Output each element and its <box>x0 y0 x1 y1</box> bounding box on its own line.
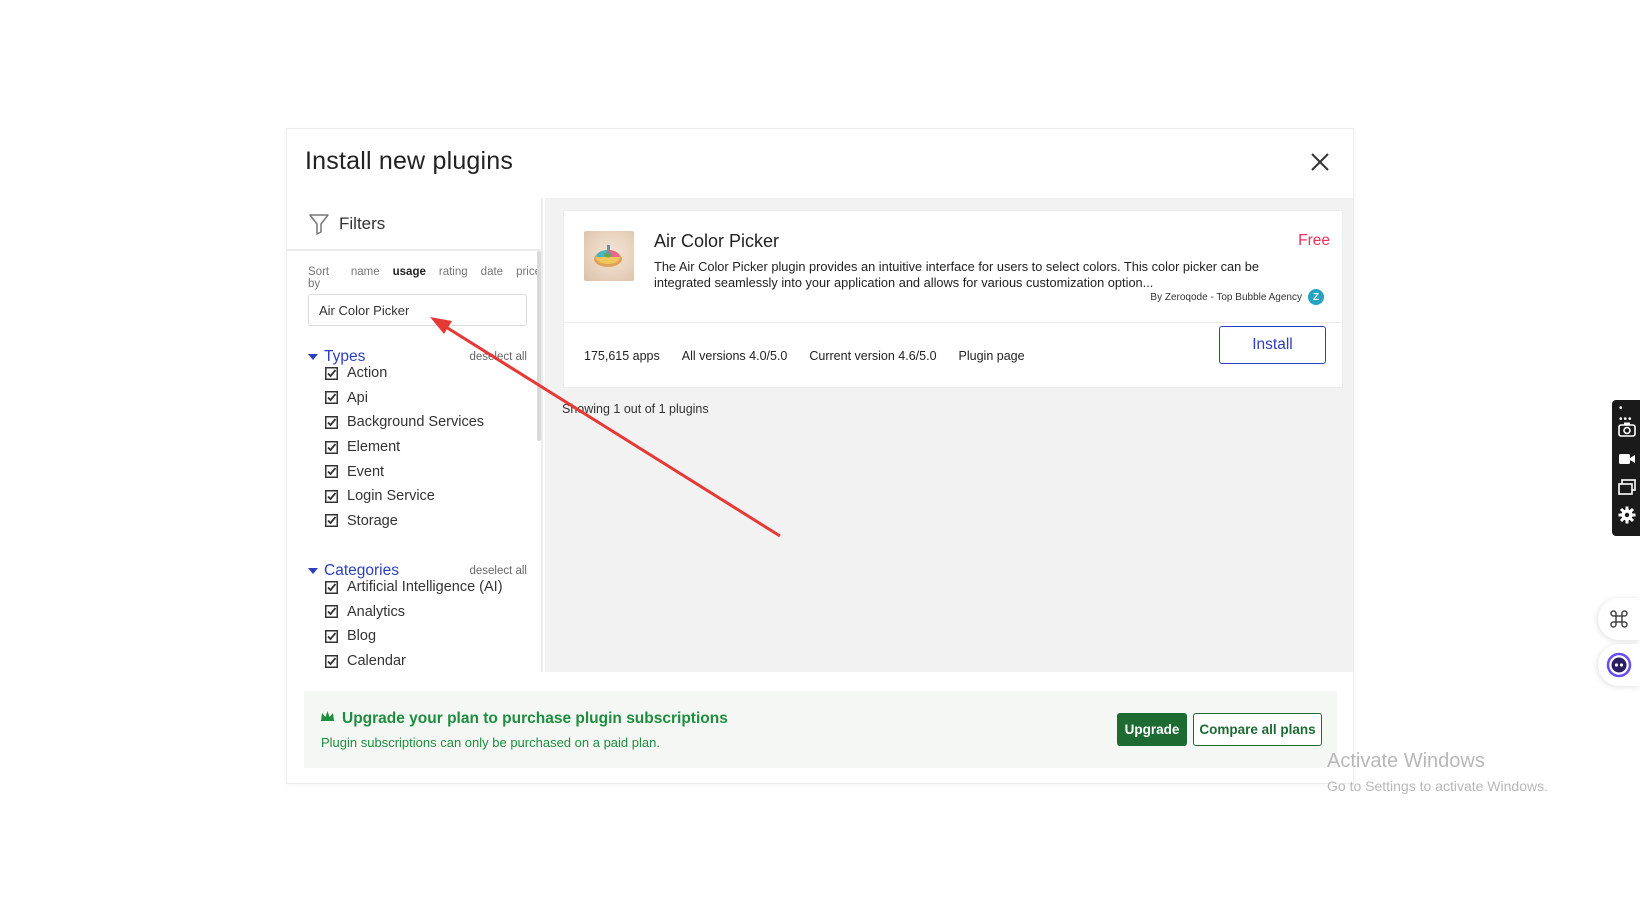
checkbox-checked-icon[interactable] <box>325 366 338 380</box>
category-label: Analytics <box>347 603 406 620</box>
activate-windows-title: Activate Windows <box>1327 750 1485 772</box>
category-checkbox-item[interactable]: Analytics <box>325 600 503 625</box>
plugin-name[interactable]: Air Color Picker <box>654 231 779 252</box>
sort-option-rating[interactable]: rating <box>439 266 468 290</box>
modal-title: Install new plugins <box>305 147 514 175</box>
command-shortcut-button[interactable] <box>1598 598 1640 640</box>
sort-option-date[interactable]: date <box>481 266 503 290</box>
filters-sidebar: Filters Sort by name usage rating date p… <box>287 198 543 672</box>
close-icon[interactable] <box>1309 151 1331 173</box>
plugin-price: Free <box>1298 232 1330 249</box>
plugin-page-link[interactable]: Plugin page <box>959 349 1025 363</box>
camera-icon[interactable] <box>1618 420 1636 438</box>
command-icon <box>1610 610 1628 628</box>
type-label: Event <box>347 463 385 480</box>
plugin-search-input[interactable] <box>308 294 527 326</box>
plugin-all-versions: All versions 4.0/5.0 <box>681 349 788 363</box>
plugin-author: By Zeroqode - Top Bubble Agency <box>1150 292 1302 303</box>
caret-down-icon <box>308 568 318 574</box>
upgrade-banner: Upgrade your plan to purchase plugin sub… <box>304 691 1337 768</box>
types-list: Action Api Background Services Element Event… <box>325 361 484 533</box>
category-label: Artificial Intelligence (AI) <box>347 579 503 596</box>
type-checkbox-item[interactable]: Action <box>325 361 484 386</box>
plugin-meta: 175,615 apps All versions 4.0/5.0 Curren… <box>584 349 1025 363</box>
filters-header: Filters <box>287 198 541 251</box>
type-label: Storage <box>347 512 398 529</box>
plugin-apps-count: 175,615 apps <box>584 349 660 363</box>
checkbox-checked-icon[interactable] <box>325 514 338 528</box>
type-checkbox-item[interactable]: Background Services <box>325 410 484 435</box>
assistant-face-icon <box>1606 652 1632 678</box>
results-count: Showing 1 out of 1 plugins <box>562 402 709 416</box>
checkbox-checked-icon[interactable] <box>325 580 338 594</box>
checkbox-checked-icon[interactable] <box>325 440 338 454</box>
sort-option-usage[interactable]: usage <box>393 266 426 290</box>
category-checkbox-item[interactable]: Calendar <box>325 649 503 672</box>
activate-windows-subtext: Go to Settings to activate Windows. <box>1327 778 1548 794</box>
checkbox-checked-icon[interactable] <box>325 415 338 429</box>
crown-icon <box>321 711 334 721</box>
checkbox-checked-icon[interactable] <box>325 629 338 643</box>
type-checkbox-item[interactable]: Event <box>325 459 484 484</box>
video-camera-icon[interactable] <box>1618 450 1636 468</box>
gear-icon[interactable] <box>1618 506 1636 524</box>
upgrade-button[interactable]: Upgrade <box>1117 713 1187 746</box>
type-checkbox-item[interactable]: Element <box>325 435 484 460</box>
type-label: Background Services <box>347 414 485 431</box>
category-label: Calendar <box>347 653 406 670</box>
sort-option-name[interactable]: name <box>351 266 380 290</box>
category-label: Blog <box>347 628 377 645</box>
checkbox-checked-icon[interactable] <box>325 654 338 668</box>
upgrade-subtext: Plugin subscriptions can only be purchas… <box>321 735 660 750</box>
type-label: Action <box>347 365 388 382</box>
type-label: Login Service <box>347 488 435 505</box>
plugin-thumbnail[interactable] <box>584 231 634 281</box>
assistant-button[interactable] <box>1598 644 1640 686</box>
checkbox-checked-icon[interactable] <box>325 605 338 619</box>
caret-down-icon <box>308 354 318 360</box>
checkbox-checked-icon[interactable] <box>325 391 338 405</box>
sort-bar: Sort by name usage rating date price <box>308 266 541 290</box>
checkbox-checked-icon[interactable] <box>325 465 338 479</box>
install-button[interactable]: Install <box>1219 326 1326 364</box>
type-label: Element <box>347 439 401 456</box>
sort-by-label: Sort by <box>308 266 330 290</box>
filters-label: Filters <box>339 213 386 233</box>
upgrade-heading: Upgrade your plan to purchase plugin sub… <box>342 710 728 727</box>
plugin-current-version: Current version 4.6/5.0 <box>809 349 937 363</box>
compare-plans-button[interactable]: Compare all plans <box>1193 713 1322 746</box>
type-checkbox-item[interactable]: Storage <box>325 509 484 534</box>
plugin-description: The Air Color Picker plugin provides an … <box>654 259 1260 290</box>
funnel-icon <box>309 213 329 235</box>
install-plugins-modal: Install new plugins Filters Sort by name… <box>286 128 1354 784</box>
sidebar-scrollbar[interactable] <box>537 251 541 441</box>
screen-recorder-toolbar: • ••• <box>1612 400 1640 536</box>
plugin-card: Air Color Picker Free The Air Color Pick… <box>563 210 1343 388</box>
type-checkbox-item[interactable]: Api <box>325 386 484 411</box>
card-divider <box>564 322 1342 323</box>
category-checkbox-item[interactable]: Blog <box>325 624 503 649</box>
checkbox-checked-icon[interactable] <box>325 489 338 503</box>
categories-list: Artificial Intelligence (AI) Analytics Blo… <box>325 575 503 672</box>
results-panel: Air Color Picker Free The Air Color Pick… <box>545 198 1353 672</box>
screens-icon[interactable] <box>1618 478 1636 496</box>
category-checkbox-item[interactable]: Artificial Intelligence (AI) <box>325 575 503 600</box>
type-checkbox-item[interactable]: Login Service <box>325 484 484 509</box>
verified-badge-icon: Z <box>1308 289 1324 305</box>
color-wheel-icon <box>594 245 622 267</box>
type-label: Api <box>347 389 368 406</box>
